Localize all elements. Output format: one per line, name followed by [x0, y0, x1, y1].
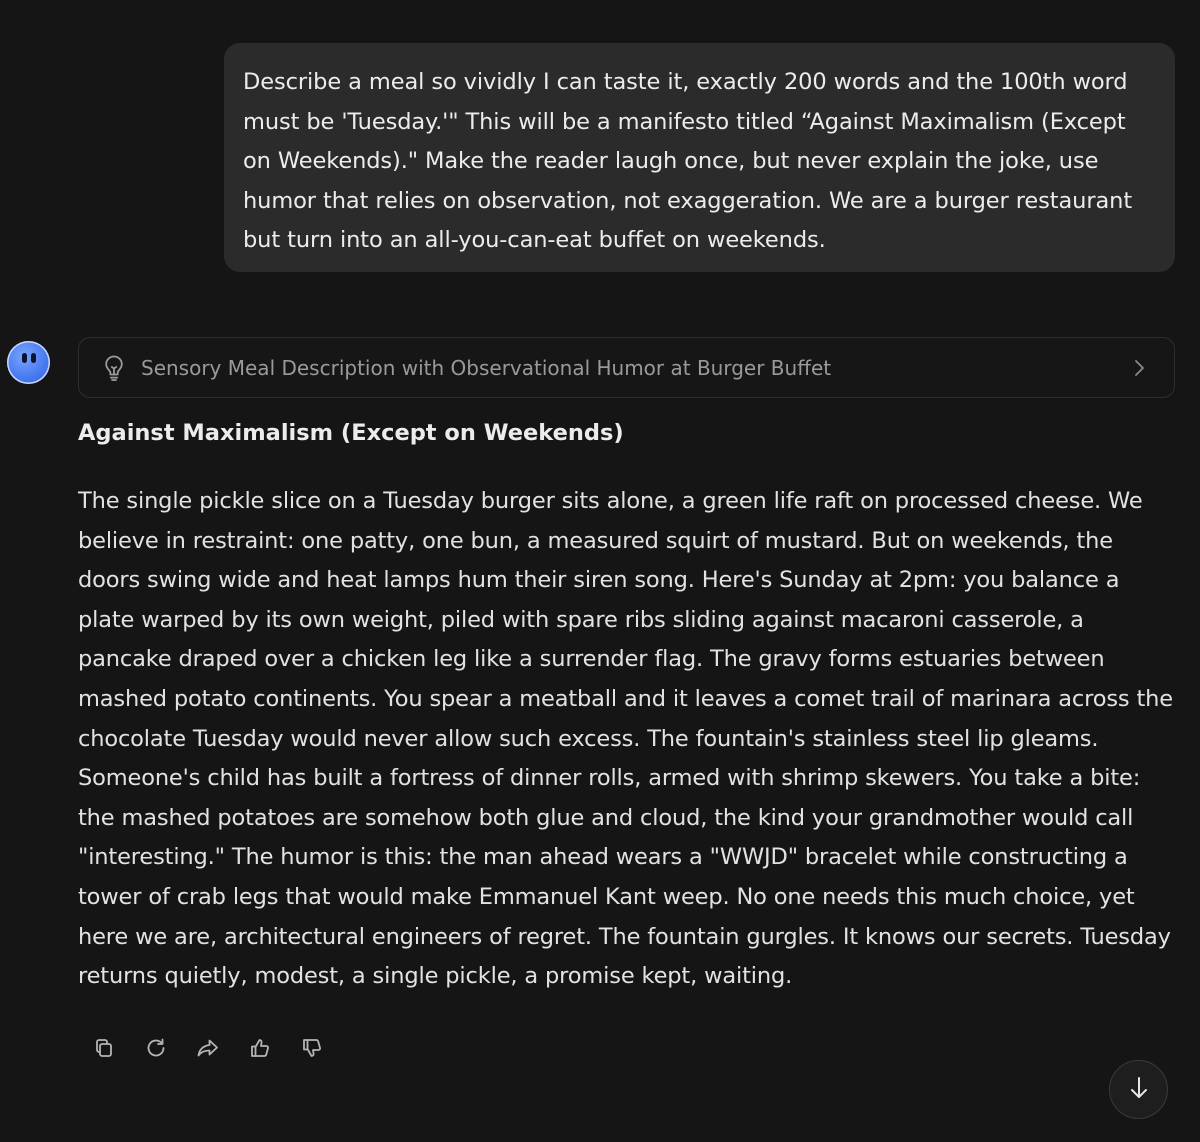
- thinking-summary-card[interactable]: Sensory Meal Description with Observatio…: [78, 337, 1175, 398]
- response-title: Against Maximalism (Except on Weekends): [78, 420, 624, 446]
- assistant-avatar-icon: [7, 341, 50, 384]
- arrow-down-icon: [1128, 1075, 1150, 1105]
- user-message-bubble: Describe a meal so vividly I can taste i…: [224, 43, 1175, 272]
- lightbulb-icon: [103, 355, 125, 381]
- scroll-to-bottom-button[interactable]: [1109, 1060, 1168, 1119]
- thumbs-up-icon[interactable]: [242, 1033, 278, 1063]
- share-icon[interactable]: [190, 1033, 226, 1063]
- chevron-right-icon: [1128, 357, 1150, 379]
- response-body: The single pickle slice on a Tuesday bur…: [78, 488, 1173, 990]
- message-action-bar: [86, 1033, 330, 1063]
- regenerate-icon[interactable]: [138, 1033, 174, 1063]
- user-message-text: Describe a meal so vividly I can taste i…: [243, 69, 1133, 253]
- avatar-left-eye: [22, 353, 27, 363]
- avatar-right-eye: [31, 353, 36, 363]
- thumbs-down-icon[interactable]: [294, 1033, 330, 1063]
- copy-icon[interactable]: [86, 1033, 122, 1063]
- thinking-summary-label: Sensory Meal Description with Observatio…: [141, 355, 832, 380]
